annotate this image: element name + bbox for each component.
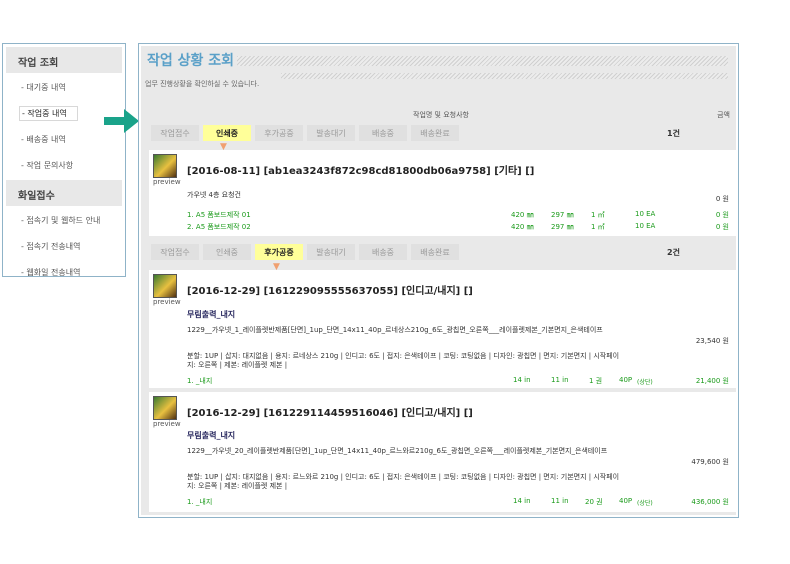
sidebar-item-label: - 접속기 및 웹하드 안내: [21, 216, 101, 225]
item-name: 1. _내지: [187, 377, 213, 385]
job-card: preview [2016-12-29] [161229095555637055…: [149, 270, 737, 388]
pointer-arrow-icon: [104, 109, 139, 133]
sidebar-section-job-inquiry: 작업 조회: [6, 47, 122, 73]
page-subtitle: 업무 진행상황을 확인하실 수 있습니다.: [145, 80, 260, 88]
item-pages: 40P: [619, 376, 633, 384]
item-note: (상단): [637, 379, 653, 386]
item-pages: 40P: [619, 497, 633, 505]
step-finishing: 후가공중: [255, 125, 303, 141]
item-name: 2. A5 폼보드제작 02: [187, 223, 251, 231]
sidebar-item-webfile-log[interactable]: - 웹화일 전송내역: [3, 258, 125, 284]
preview-image: [153, 274, 177, 298]
sidebar-item-transfer-log[interactable]: - 접속기 전송내역: [3, 232, 125, 258]
sidebar: 작업 조회 - 대기중 내역 - 작업중 내역 - 배송중 내역 - 작업 문의…: [2, 43, 126, 277]
main-panel: 작업 상황 조회 업무 진행상황을 확인하실 수 있습니다. 작업명 및 요청사…: [138, 43, 739, 518]
job-request: 가우넷 4층 요청건: [187, 191, 241, 199]
job-title[interactable]: [2016-08-11] [ab1ea3243f872c98cd81800db0…: [187, 162, 534, 177]
item-height: 11 in: [551, 376, 569, 384]
job-card: preview [2016-08-11] [ab1ea3243f872c98cd…: [149, 150, 737, 236]
preview-thumbnail[interactable]: preview: [153, 274, 181, 310]
sidebar-item-label: - 작업중 내역: [19, 106, 78, 121]
item-height: 297 ㎜: [551, 223, 574, 231]
step-delivered: 배송완료: [411, 125, 459, 141]
sidebar-item-label: - 작업 문의사항: [21, 161, 74, 170]
sidebar-item-waiting[interactable]: - 대기중 내역: [3, 73, 125, 99]
step-ready-to-ship: 발송대기: [307, 125, 355, 141]
item-qty: 20 권: [585, 498, 603, 506]
product-name: 무림출력_내지: [187, 310, 236, 319]
job-description-amount: 479,600 원: [691, 458, 729, 466]
sidebar-section-file-upload: 화일접수: [6, 180, 122, 206]
job-description: 1229__가우넷_20_레이플렛반제품[단면]_1up_단면_14x11_40…: [187, 447, 608, 455]
job-options: 분할: 1UP | 삽지: 대지없음 | 용지: 르네상스 210g | 인디고…: [187, 352, 620, 369]
page-title: 작업 상황 조회: [147, 53, 235, 69]
title-divider: [237, 56, 728, 66]
job-description-amount: 23,540 원: [695, 337, 729, 345]
item-price: 436,000 원: [691, 498, 729, 506]
status-steps-printing: 작업접수 인쇄중 후가공중 발송대기 배송중 배송완료 1건: [151, 125, 731, 143]
item-height: 297 ㎜: [551, 211, 574, 219]
item-area: 1 ㎡: [591, 211, 605, 219]
step-printing: 인쇄중: [203, 244, 251, 260]
sidebar-item-label: - 대기중 내역: [21, 83, 66, 92]
step-received: 작업접수: [151, 244, 199, 260]
item-width: 420 ㎜: [511, 211, 534, 219]
item-area: 1 ㎡: [591, 223, 605, 231]
step-delivered: 배송완료: [411, 244, 459, 260]
preview-thumbnail[interactable]: preview: [153, 396, 181, 432]
step-printing: 인쇄중: [203, 125, 251, 141]
job-count: 1건: [667, 129, 680, 138]
item-note: (상단): [637, 500, 653, 507]
item-height: 11 in: [551, 497, 569, 505]
sidebar-item-label: - 접속기 전송내역: [21, 242, 81, 251]
job-options: 분할: 1UP | 삽지: 대지없음 | 용지: 르느와르 210g | 인디고…: [187, 473, 620, 490]
job-title[interactable]: [2016-12-29] [161229114459516046] [인디고/내…: [187, 404, 473, 419]
job-description: 1229__가우넷_1_레이플렛반제품[단면]_1up_단면_14x11_40p…: [187, 326, 603, 334]
item-price: 0 원: [715, 223, 729, 231]
preview-image: [153, 154, 177, 178]
item-qty: 10 EA: [635, 222, 656, 230]
item-qty: 1 권: [589, 377, 603, 385]
step-finishing: 후가공중: [255, 244, 303, 260]
status-steps-finishing: 작업접수 인쇄중 후가공중 발송대기 배송중 배송완료 2건: [151, 244, 731, 262]
preview-label: preview: [153, 298, 181, 306]
sidebar-item-inquiries[interactable]: - 작업 문의사항: [3, 151, 125, 177]
job-card: preview [2016-12-29] [161229114459516046…: [149, 392, 737, 512]
step-ready-to-ship: 발송대기: [307, 244, 355, 260]
item-qty: 10 EA: [635, 210, 656, 218]
job-count: 2건: [667, 248, 680, 257]
preview-label: preview: [153, 178, 181, 186]
preview-image: [153, 396, 177, 420]
sidebar-item-label: - 웹화일 전송내역: [21, 268, 81, 277]
item-name: 1. A5 폼보드제작 01: [187, 211, 251, 219]
item-width: 420 ㎜: [511, 223, 534, 231]
column-header-amount: 금액: [717, 111, 730, 119]
column-header-work: 작업명 및 요청사항: [413, 111, 469, 119]
item-width: 14 in: [513, 497, 531, 505]
item-price: 0 원: [715, 211, 729, 219]
preview-thumbnail[interactable]: preview: [153, 154, 181, 190]
sidebar-item-label: - 배송중 내역: [21, 135, 66, 144]
item-name: 1. _내지: [187, 498, 213, 506]
product-name: 무림출력_내지: [187, 431, 236, 440]
job-title[interactable]: [2016-12-29] [161229095555637055] [인디고/내…: [187, 282, 473, 297]
sidebar-item-webhard-guide[interactable]: - 접속기 및 웹하드 안내: [3, 206, 125, 232]
item-width: 14 in: [513, 376, 531, 384]
subtitle-divider: [281, 73, 728, 79]
step-received: 작업접수: [151, 125, 199, 141]
item-price: 21,400 원: [695, 377, 729, 385]
step-shipping: 배송중: [359, 244, 407, 260]
preview-label: preview: [153, 420, 181, 428]
job-request-amount: 0 원: [715, 195, 729, 203]
step-shipping: 배송중: [359, 125, 407, 141]
